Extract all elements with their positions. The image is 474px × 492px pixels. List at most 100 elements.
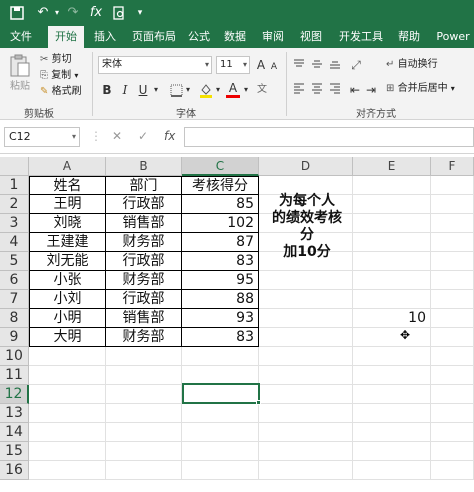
cell-c14[interactable] (182, 423, 259, 442)
cell-c13[interactable] (182, 404, 259, 423)
row-header-1[interactable]: 1 (0, 176, 29, 195)
column-header-b[interactable]: B (106, 157, 182, 176)
font-color-icon[interactable]: A (226, 81, 240, 98)
phonetic-icon[interactable]: 文 (254, 82, 270, 98)
cell-d14[interactable] (259, 423, 353, 442)
font-color-dropdown-icon[interactable]: ▾ (242, 82, 250, 98)
font-name-combo[interactable]: 宋体 ▾ (98, 56, 212, 74)
cell-c9[interactable]: 83 (182, 328, 259, 347)
cell-b13[interactable] (106, 404, 182, 423)
wrap-text-button[interactable]: ↵ 自动换行 (386, 58, 438, 72)
cell-a3[interactable]: 刘晓 (29, 214, 106, 233)
cell-f8[interactable] (431, 309, 474, 328)
row-header-13[interactable]: 13 (0, 404, 29, 423)
cell-c3[interactable]: 102 (182, 214, 259, 233)
customize-qat-icon[interactable]: ▾ (134, 3, 146, 23)
enter-icon[interactable]: ✓ (138, 129, 148, 143)
row-header-14[interactable]: 14 (0, 423, 29, 442)
cell-a9[interactable]: 大明 (29, 328, 106, 347)
cell-d6[interactable] (259, 271, 353, 290)
cell-a8[interactable]: 小明 (29, 309, 106, 328)
row-header-8[interactable]: 8 (0, 309, 29, 328)
column-header-d[interactable]: D (259, 157, 353, 176)
formula-input[interactable] (184, 127, 474, 147)
active-cell-c12[interactable] (182, 383, 260, 404)
cell-a7[interactable]: 小刘 (29, 290, 106, 309)
cell-e4[interactable] (353, 233, 431, 252)
tab-file[interactable]: 文件 (4, 26, 38, 48)
undo-icon[interactable]: ↶ (34, 3, 52, 23)
cell-e11[interactable] (353, 366, 431, 385)
underline-dropdown-icon[interactable]: ▾ (152, 82, 160, 98)
align-left-icon[interactable] (292, 82, 306, 98)
cut-button[interactable]: ✂ 剪切 (40, 53, 72, 67)
tab-help[interactable]: 帮助 (394, 26, 424, 48)
cell-b6[interactable]: 财务部 (106, 271, 182, 290)
row-header-9[interactable]: 9 (0, 328, 29, 347)
cell-f4[interactable] (431, 233, 474, 252)
cell-c1[interactable]: 考核得分 (182, 176, 259, 195)
select-all-corner[interactable] (0, 157, 29, 176)
cell-b14[interactable] (106, 423, 182, 442)
align-center-icon[interactable] (310, 82, 324, 98)
cell-a1[interactable]: 姓名 (29, 176, 106, 195)
cell-e12[interactable] (353, 385, 431, 404)
cell-e3[interactable] (353, 214, 431, 233)
grow-font-icon[interactable]: A (254, 57, 268, 73)
fill-handle[interactable] (256, 400, 261, 405)
cell-f12[interactable] (431, 385, 474, 404)
cell-f10[interactable] (431, 347, 474, 366)
function-button[interactable]: fx (88, 3, 104, 23)
cell-f1[interactable] (431, 176, 474, 195)
cell-d15[interactable] (259, 442, 353, 461)
cell-e14[interactable] (353, 423, 431, 442)
cell-c16[interactable] (182, 461, 259, 480)
row-header-3[interactable]: 3 (0, 214, 29, 233)
align-bottom-icon[interactable] (328, 58, 342, 74)
cell-a16[interactable] (29, 461, 106, 480)
undo-dropdown-icon[interactable]: ▾ (52, 3, 62, 23)
save-icon[interactable] (8, 3, 26, 23)
cell-e1[interactable] (353, 176, 431, 195)
cancel-icon[interactable]: ✕ (112, 129, 122, 143)
copy-button[interactable]: ⎘ 复制 ▾ (40, 69, 78, 83)
cell-a2[interactable]: 王明 (29, 195, 106, 214)
cell-c2[interactable]: 85 (182, 195, 259, 214)
cell-e9[interactable] (353, 328, 431, 347)
fill-color-icon[interactable] (198, 82, 214, 102)
row-header-4[interactable]: 4 (0, 233, 29, 252)
cell-f5[interactable] (431, 252, 474, 271)
cell-f3[interactable] (431, 214, 474, 233)
row-header-7[interactable]: 7 (0, 290, 29, 309)
font-size-combo[interactable]: 11 ▾ (216, 56, 250, 74)
cell-b5[interactable]: 行政部 (106, 252, 182, 271)
orientation-icon[interactable]: ⤢ (348, 57, 364, 73)
cell-d8[interactable] (259, 309, 353, 328)
cell-d7[interactable] (259, 290, 353, 309)
row-header-12[interactable]: 12 (0, 385, 29, 404)
align-right-icon[interactable] (328, 82, 342, 98)
cell-a15[interactable] (29, 442, 106, 461)
cell-f14[interactable] (431, 423, 474, 442)
tab-page-layout[interactable]: 页面布局 (128, 26, 180, 48)
tab-formulas[interactable]: 公式 (184, 26, 214, 48)
tab-insert[interactable]: 插入 (88, 26, 122, 48)
row-header-5[interactable]: 5 (0, 252, 29, 271)
cell-d9[interactable] (259, 328, 353, 347)
row-header-2[interactable]: 2 (0, 195, 29, 214)
name-box[interactable]: C12 ▾ (4, 127, 80, 147)
cell-e6[interactable] (353, 271, 431, 290)
borders-dropdown-icon[interactable]: ▾ (184, 82, 192, 98)
cell-f2[interactable] (431, 195, 474, 214)
column-header-e[interactable]: E (353, 157, 431, 176)
cell-b12[interactable] (106, 385, 182, 404)
cell-a11[interactable] (29, 366, 106, 385)
cell-a10[interactable] (29, 347, 106, 366)
cell-f15[interactable] (431, 442, 474, 461)
cell-d11[interactable] (259, 366, 353, 385)
redo-icon[interactable]: ↷ (64, 3, 82, 23)
shrink-font-icon[interactable]: A (268, 59, 280, 75)
cell-c5[interactable]: 83 (182, 252, 259, 271)
cell-e15[interactable] (353, 442, 431, 461)
cell-e8[interactable]: 10 (353, 309, 431, 328)
